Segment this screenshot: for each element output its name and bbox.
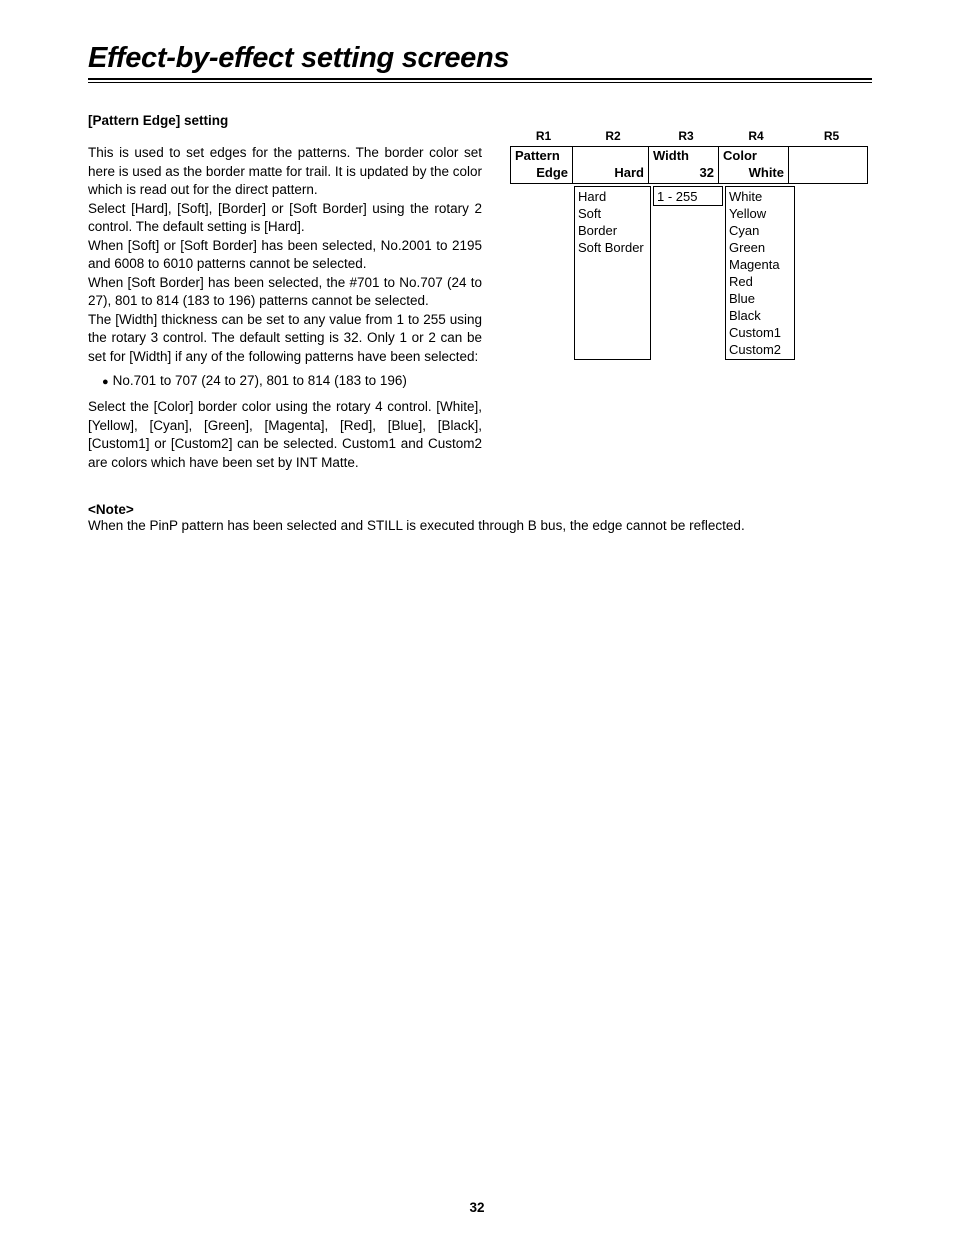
col-color: Color White bbox=[719, 147, 789, 183]
color-options-box: White Yellow Cyan Green Magenta Red Blue… bbox=[725, 186, 795, 360]
edge-option: Border bbox=[578, 222, 647, 239]
r5-label: R5 bbox=[791, 129, 872, 143]
col-width: Width 32 bbox=[649, 147, 719, 183]
col-edge-value: Hard bbox=[573, 147, 649, 183]
page-number: 32 bbox=[0, 1200, 954, 1215]
color-option: Magenta bbox=[729, 256, 791, 273]
color-option: Cyan bbox=[729, 222, 791, 239]
bullet-item: ● No.701 to 707 (24 to 27), 801 to 814 (… bbox=[102, 372, 482, 392]
color-option: Custom1 bbox=[729, 324, 791, 341]
r4-label: R4 bbox=[721, 129, 791, 143]
divider-thin bbox=[88, 82, 872, 83]
color-option: Custom2 bbox=[729, 341, 791, 358]
edge-options-box: Hard Soft Border Soft Border bbox=[574, 186, 651, 360]
width-range-box: 1 - 255 bbox=[653, 186, 723, 206]
divider-thick bbox=[88, 78, 872, 80]
r3-label: R3 bbox=[651, 129, 721, 143]
color-option: Blue bbox=[729, 290, 791, 307]
options-row: Hard Soft Border Soft Border 1 - 255 Whi… bbox=[510, 186, 868, 360]
color-option: Yellow bbox=[729, 205, 791, 222]
color-label: Color bbox=[723, 147, 784, 164]
r1-label: R1 bbox=[512, 129, 575, 143]
bullet-icon: ● bbox=[102, 372, 109, 392]
section-heading: [Pattern Edge] setting bbox=[88, 113, 482, 128]
edge-option: Hard bbox=[578, 188, 647, 205]
r2-label: R2 bbox=[575, 129, 651, 143]
note-body: When the PinP pattern has been selected … bbox=[88, 517, 872, 536]
width-range: 1 - 255 bbox=[657, 189, 697, 204]
paragraph: Select [Hard], [Soft], [Border] or [Soft… bbox=[88, 200, 482, 237]
color-value: White bbox=[723, 164, 784, 181]
paragraph: This is used to set edges for the patter… bbox=[88, 144, 482, 200]
color-option: White bbox=[729, 188, 791, 205]
edge-option: Soft Border bbox=[578, 239, 647, 256]
pattern-label-1: Pattern bbox=[515, 147, 568, 164]
edge-value: Hard bbox=[577, 164, 644, 181]
pattern-label-2: Edge bbox=[515, 164, 568, 181]
color-option: Black bbox=[729, 307, 791, 324]
note-heading: <Note> bbox=[88, 502, 872, 517]
settings-table: Pattern Edge Hard Width 32 Color White bbox=[510, 146, 868, 184]
paragraph: Select the [Color] border color using th… bbox=[88, 398, 482, 472]
col-pattern-edge: Pattern Edge bbox=[511, 147, 573, 183]
paragraph: When [Soft] or [Soft Border] has been se… bbox=[88, 237, 482, 274]
width-label: Width bbox=[653, 147, 714, 164]
color-option: Green bbox=[729, 239, 791, 256]
paragraph: The [Width] thickness can be set to any … bbox=[88, 311, 482, 367]
col-empty bbox=[789, 147, 867, 183]
bullet-text: No.701 to 707 (24 to 27), 801 to 814 (18… bbox=[113, 372, 407, 392]
width-value: 32 bbox=[653, 164, 714, 181]
paragraph: When [Soft Border] has been selected, th… bbox=[88, 274, 482, 311]
color-option: Red bbox=[729, 273, 791, 290]
rotary-header-row: R1 R2 R3 R4 R5 bbox=[510, 129, 872, 143]
page-title: Effect-by-effect setting screens bbox=[88, 42, 872, 75]
edge-option: Soft bbox=[578, 205, 647, 222]
